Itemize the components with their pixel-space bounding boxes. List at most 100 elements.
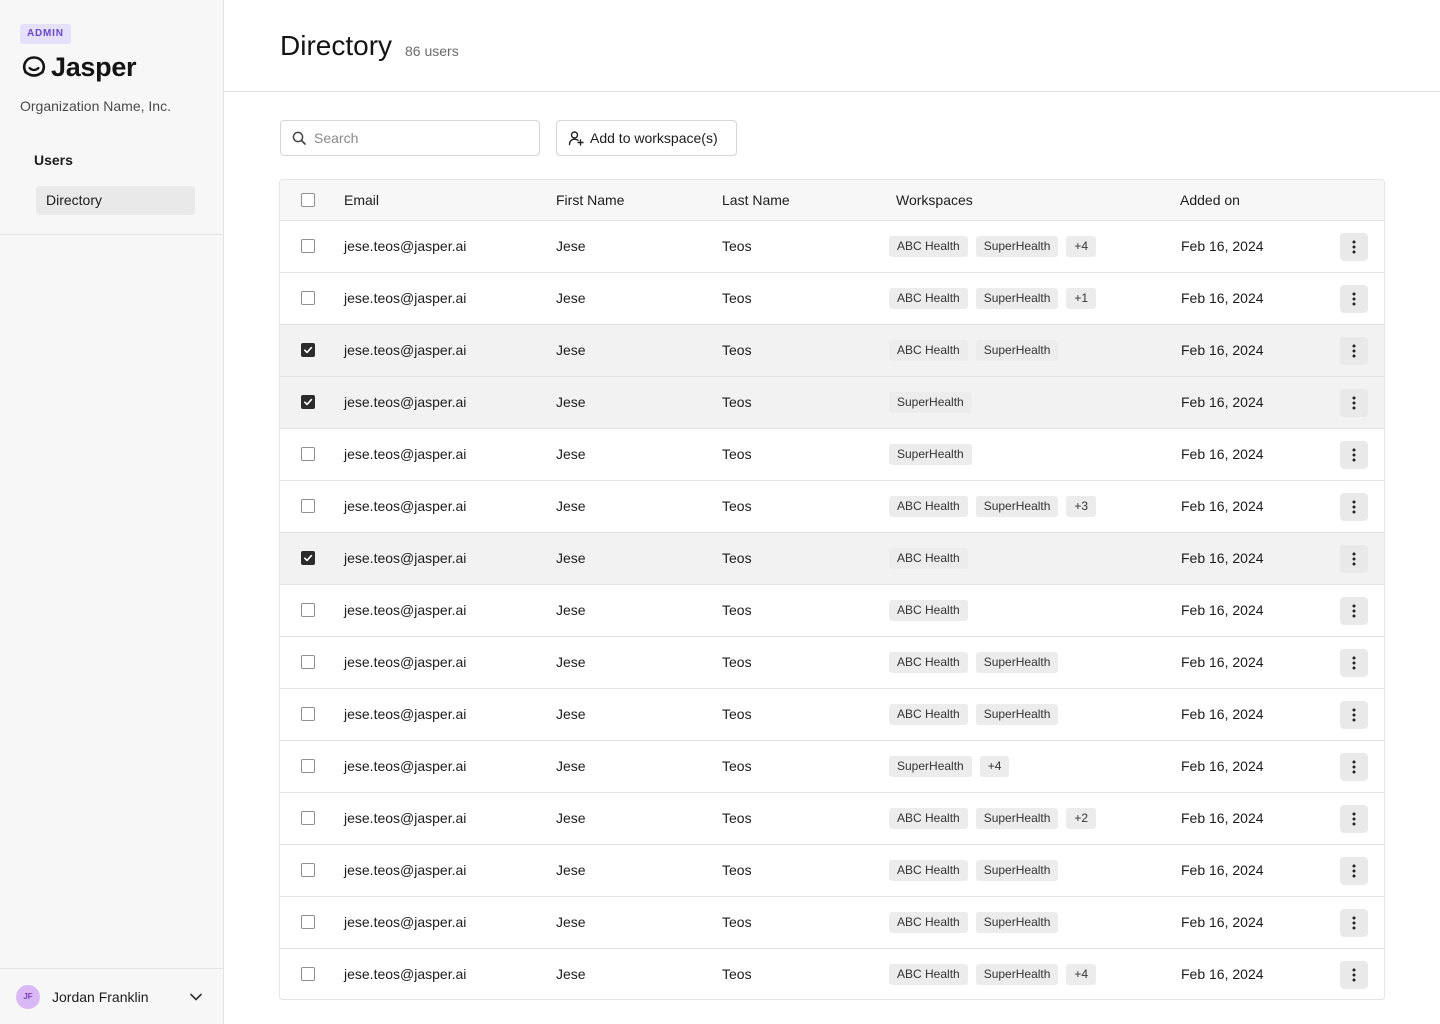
row-checkbox[interactable]	[301, 811, 315, 825]
row-actions-button[interactable]	[1340, 493, 1368, 521]
row-checkbox[interactable]	[301, 967, 315, 981]
row-checkbox[interactable]	[301, 239, 315, 253]
added-on-cell: Feb 16, 2024	[1181, 238, 1264, 254]
row-actions-button[interactable]	[1340, 857, 1368, 885]
workspace-tag: SuperHealth	[975, 236, 1059, 257]
row-actions-button[interactable]	[1340, 441, 1368, 469]
email-cell: jese.teos@jasper.ai	[344, 758, 467, 774]
chevron-down-icon[interactable]	[189, 990, 203, 1004]
workspace-overflow-badge[interactable]: +4	[1066, 236, 1097, 257]
table-row[interactable]: jese.teos@jasper.ai Jese Teos Feb 16, 2024 A…	[280, 792, 1384, 844]
table-row[interactable]: jese.teos@jasper.ai Jese Teos Feb 16, 2024 A…	[280, 896, 1384, 948]
row-checkbox[interactable]	[301, 759, 315, 773]
added-on-cell: Feb 16, 2024	[1181, 810, 1264, 826]
kebab-menu-icon	[1352, 760, 1356, 774]
workspace-tag: SuperHealth	[975, 964, 1059, 985]
table-row[interactable]: jese.teos@jasper.ai Jese Teos Feb 16, 2024 A…	[280, 532, 1384, 584]
table-row[interactable]: jese.teos@jasper.ai Jese Teos Feb 16, 2024 S…	[280, 428, 1384, 480]
sidebar-item-directory[interactable]: Directory	[36, 186, 195, 215]
table-row[interactable]: jese.teos@jasper.ai Jese Teos Feb 16, 2024 A…	[280, 688, 1384, 740]
search-input[interactable]	[314, 130, 524, 146]
select-all-checkbox[interactable]	[301, 193, 315, 207]
kebab-menu-icon	[1352, 604, 1356, 618]
row-checkbox[interactable]	[301, 707, 315, 721]
email-cell: jese.teos@jasper.ai	[344, 550, 467, 566]
row-actions-button[interactable]	[1340, 753, 1368, 781]
workspace-tag: SuperHealth	[889, 392, 972, 413]
row-checkbox[interactable]	[301, 447, 315, 461]
directory-table: Email First Name Last Name Workspaces Ad…	[279, 179, 1385, 1000]
table-row[interactable]: jese.teos@jasper.ai Jese Teos Feb 16, 2024 A…	[280, 948, 1384, 999]
workspace-overflow-badge[interactable]: +4	[1066, 964, 1097, 985]
row-actions-button[interactable]	[1340, 701, 1368, 729]
kebab-menu-icon	[1352, 292, 1356, 306]
table-row[interactable]: jese.teos@jasper.ai Jese Teos Feb 16, 2024 A…	[280, 272, 1384, 324]
last-name-cell: Teos	[722, 914, 752, 930]
column-header-workspaces[interactable]: Workspaces	[896, 180, 973, 220]
row-actions-button[interactable]	[1340, 649, 1368, 677]
user-count: 86 users	[405, 43, 459, 59]
check-icon	[304, 346, 313, 354]
row-actions-button[interactable]	[1340, 389, 1368, 417]
row-checkbox[interactable]	[301, 343, 315, 357]
table-row[interactable]: jese.teos@jasper.ai Jese Teos Feb 16, 2024 S…	[280, 740, 1384, 792]
row-checkbox[interactable]	[301, 863, 315, 877]
logo-text: Jasper	[51, 51, 137, 82]
row-checkbox[interactable]	[301, 551, 315, 565]
last-name-cell: Teos	[722, 550, 752, 566]
row-actions-button[interactable]	[1340, 805, 1368, 833]
user-menu[interactable]: JF Jordan Franklin	[0, 968, 223, 1024]
row-actions-button[interactable]	[1340, 597, 1368, 625]
workspace-tag: ABC Health	[889, 860, 968, 881]
table-row[interactable]: jese.teos@jasper.ai Jese Teos Feb 16, 2024 A…	[280, 220, 1384, 272]
row-actions-button[interactable]	[1340, 233, 1368, 261]
workspace-tag: ABC Health	[889, 808, 968, 829]
column-header-first-name[interactable]: First Name	[556, 180, 624, 220]
first-name-cell: Jese	[556, 862, 586, 878]
nav-section-users[interactable]: Users	[34, 152, 73, 168]
sidebar: ADMIN Jasper Organization Name, Inc. Use…	[0, 0, 224, 1024]
workspace-overflow-badge[interactable]: +1	[1066, 288, 1097, 309]
column-header-last-name[interactable]: Last Name	[722, 180, 790, 220]
row-actions-button[interactable]	[1340, 909, 1368, 937]
workspace-overflow-badge[interactable]: +4	[979, 756, 1010, 777]
table-header: Email First Name Last Name Workspaces Ad…	[280, 180, 1384, 220]
email-cell: jese.teos@jasper.ai	[344, 914, 467, 930]
table-row[interactable]: jese.teos@jasper.ai Jese Teos Feb 16, 2024 A…	[280, 844, 1384, 896]
workspace-tag: ABC Health	[889, 496, 968, 517]
table-row[interactable]: jese.teos@jasper.ai Jese Teos Feb 16, 2024 A…	[280, 636, 1384, 688]
row-actions-button[interactable]	[1340, 337, 1368, 365]
kebab-menu-icon	[1352, 916, 1356, 930]
email-cell: jese.teos@jasper.ai	[344, 654, 467, 670]
workspace-tag: SuperHealth	[975, 288, 1059, 309]
workspace-overflow-badge[interactable]: +3	[1066, 496, 1097, 517]
row-checkbox[interactable]	[301, 395, 315, 409]
workspace-tag: ABC Health	[889, 340, 968, 361]
workspace-overflow-badge[interactable]: +2	[1066, 808, 1097, 829]
table-row[interactable]: jese.teos@jasper.ai Jese Teos Feb 16, 2024 A…	[280, 584, 1384, 636]
add-to-workspace-button[interactable]: Add to workspace(s)	[556, 120, 737, 156]
workspace-tags: ABC Health SuperHealth	[889, 652, 1066, 673]
row-actions-button[interactable]	[1340, 545, 1368, 573]
added-on-cell: Feb 16, 2024	[1181, 290, 1264, 306]
table-row[interactable]: jese.teos@jasper.ai Jese Teos Feb 16, 2024 A…	[280, 480, 1384, 532]
search-box[interactable]	[280, 120, 540, 156]
workspace-tags: ABC Health SuperHealth	[889, 860, 1066, 881]
row-actions-button[interactable]	[1340, 285, 1368, 313]
table-row[interactable]: jese.teos@jasper.ai Jese Teos Feb 16, 2024 S…	[280, 376, 1384, 428]
column-header-added-on[interactable]: Added on	[1180, 180, 1240, 220]
table-row[interactable]: jese.teos@jasper.ai Jese Teos Feb 16, 2024 A…	[280, 324, 1384, 376]
row-checkbox[interactable]	[301, 655, 315, 669]
row-checkbox[interactable]	[301, 603, 315, 617]
added-on-cell: Feb 16, 2024	[1181, 966, 1264, 982]
row-checkbox[interactable]	[301, 291, 315, 305]
kebab-menu-icon	[1352, 240, 1356, 254]
email-cell: jese.teos@jasper.ai	[344, 498, 467, 514]
row-checkbox[interactable]	[301, 915, 315, 929]
workspace-tag: ABC Health	[889, 236, 968, 257]
logo[interactable]: Jasper	[20, 51, 137, 82]
row-actions-button[interactable]	[1340, 961, 1368, 989]
added-on-cell: Feb 16, 2024	[1181, 498, 1264, 514]
column-header-email[interactable]: Email	[344, 180, 379, 220]
row-checkbox[interactable]	[301, 499, 315, 513]
